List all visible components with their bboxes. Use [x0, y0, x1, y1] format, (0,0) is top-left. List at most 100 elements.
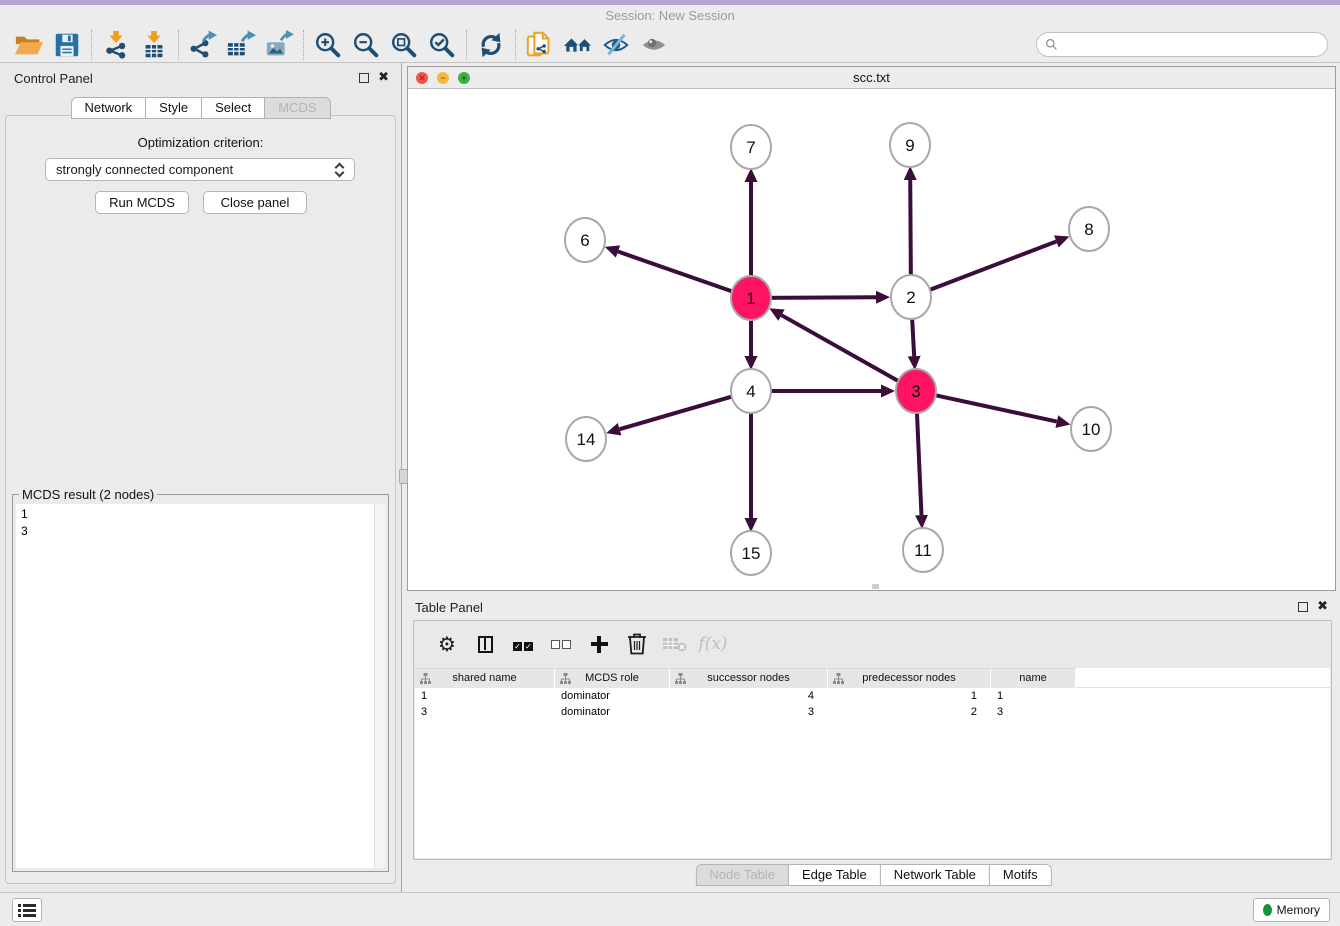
- graph-edge-3-10[interactable]: [922, 392, 1057, 421]
- export-network-button[interactable]: [184, 29, 222, 61]
- search-box[interactable]: [1036, 32, 1328, 57]
- graph-edge-1-6[interactable]: [618, 252, 745, 296]
- function-builder-button[interactable]: f(x): [700, 629, 726, 659]
- table-tab-motifs[interactable]: Motifs: [989, 864, 1052, 886]
- add-button[interactable]: [586, 629, 612, 659]
- network-window-titlebar: scc.txt ✕ − +: [408, 67, 1335, 89]
- cell-MCDS-role[interactable]: dominator: [555, 704, 670, 720]
- zoom-selected-button[interactable]: [423, 29, 461, 61]
- graph-node-9[interactable]: 9: [890, 123, 930, 167]
- export-image-icon: [264, 30, 294, 60]
- cell-name[interactable]: 3: [991, 704, 1076, 720]
- cell-shared-name[interactable]: 1: [415, 688, 555, 704]
- save-session-button[interactable]: [48, 29, 86, 61]
- column-header-name[interactable]: name: [991, 668, 1076, 688]
- mcds-result-area[interactable]: 1 3: [16, 504, 385, 868]
- tab-style[interactable]: Style: [145, 97, 202, 119]
- table-tab-edge-table[interactable]: Edge Table: [788, 864, 881, 886]
- table-tab-network-table[interactable]: Network Table: [880, 864, 990, 886]
- float-panel-icon[interactable]: [359, 73, 369, 83]
- panel-splitter-handle[interactable]: [399, 469, 408, 484]
- table-row[interactable]: 3dominator323: [415, 704, 1330, 720]
- cell-MCDS-role[interactable]: dominator: [555, 688, 670, 704]
- cell-shared-name[interactable]: 3: [415, 704, 555, 720]
- show-all-button[interactable]: [635, 29, 673, 61]
- graph-node-2[interactable]: 2: [891, 275, 931, 319]
- graph-node-15[interactable]: 15: [731, 531, 771, 575]
- export-image-button[interactable]: [260, 29, 298, 61]
- show-columns-button[interactable]: [472, 629, 498, 659]
- graph-edge-2-8[interactable]: [917, 241, 1057, 294]
- refresh-button[interactable]: [472, 29, 510, 61]
- graph-edge-4-14[interactable]: [620, 393, 746, 430]
- close-window-icon[interactable]: ✕: [416, 72, 428, 84]
- import-table-button[interactable]: [135, 29, 173, 61]
- tab-mcds[interactable]: MCDS: [264, 97, 330, 119]
- column-header-MCDS-role[interactable]: MCDS role: [555, 668, 670, 688]
- column-header-successor-nodes[interactable]: successor nodes: [670, 668, 828, 688]
- graph-node-3[interactable]: 3: [896, 369, 936, 413]
- close-panel-button[interactable]: Close panel: [203, 191, 307, 214]
- svg-text:1: 1: [746, 289, 755, 308]
- column-header-predecessor-nodes[interactable]: predecessor nodes: [828, 668, 991, 688]
- cell-successor-nodes[interactable]: 4: [670, 688, 828, 704]
- export-table-button[interactable]: [222, 29, 260, 61]
- graph-edge-3-11[interactable]: [916, 397, 921, 515]
- column-header-shared-name[interactable]: shared name: [415, 668, 555, 688]
- optimization-select[interactable]: strongly connected component: [45, 158, 355, 181]
- memory-button[interactable]: Memory: [1253, 898, 1330, 922]
- float-table-panel-icon[interactable]: [1298, 602, 1308, 612]
- import-network-icon: [101, 30, 131, 60]
- svg-text:2: 2: [906, 288, 915, 307]
- graph-node-7[interactable]: 7: [731, 125, 771, 169]
- select-all-button[interactable]: ✓✓: [510, 629, 536, 659]
- close-table-panel-icon[interactable]: ✖: [1317, 599, 1328, 613]
- toolbar-separator: [515, 30, 516, 60]
- graph-edge-3-1[interactable]: [781, 315, 910, 388]
- run-mcds-button[interactable]: Run MCDS: [95, 191, 189, 214]
- column-tree-icon: [560, 673, 571, 684]
- first-neighbors-icon: [562, 30, 594, 60]
- zoom-out-button[interactable]: [347, 29, 385, 61]
- search-input[interactable]: [1063, 35, 1327, 55]
- search-icon: [1045, 38, 1058, 51]
- list-icon: [18, 903, 36, 918]
- result-scrollbar[interactable]: [374, 504, 385, 868]
- import-network-button[interactable]: [97, 29, 135, 61]
- column-tree-icon: [675, 673, 686, 684]
- cell-predecessor-nodes[interactable]: 1: [828, 688, 991, 704]
- first-neighbors-button[interactable]: [559, 29, 597, 61]
- delete-button[interactable]: [624, 629, 650, 659]
- graph-node-14[interactable]: 14: [566, 417, 606, 461]
- close-panel-icon[interactable]: ✖: [378, 70, 389, 84]
- tab-select[interactable]: Select: [201, 97, 265, 119]
- network-canvas[interactable]: 1 2 3 4 6 7 8 9 10 11 14 15: [408, 89, 1335, 590]
- graph-node-8[interactable]: 8: [1069, 207, 1109, 251]
- delete-table-button[interactable]: [662, 629, 688, 659]
- hide-selected-button[interactable]: [597, 29, 635, 61]
- gear-icon: ⚙: [438, 632, 456, 656]
- zoom-fit-button[interactable]: [385, 29, 423, 61]
- maximize-window-icon[interactable]: +: [458, 72, 470, 84]
- new-network-from-selection-button[interactable]: [521, 29, 559, 61]
- zoom-in-button[interactable]: [309, 29, 347, 61]
- tab-network[interactable]: Network: [70, 97, 146, 119]
- cell-predecessor-nodes[interactable]: 2: [828, 704, 991, 720]
- table-row[interactable]: 1dominator411: [415, 688, 1330, 704]
- graph-node-1[interactable]: 1: [731, 276, 771, 320]
- deselect-all-button[interactable]: [548, 629, 574, 659]
- graph-node-10[interactable]: 10: [1071, 407, 1111, 451]
- graph-edge-1-2[interactable]: [757, 297, 876, 298]
- graph-node-4[interactable]: 4: [731, 369, 771, 413]
- graph-node-11[interactable]: 11: [903, 528, 943, 572]
- table-options-button[interactable]: ⚙: [434, 629, 460, 659]
- minimize-window-icon[interactable]: −: [437, 72, 449, 84]
- graph-node-6[interactable]: 6: [565, 218, 605, 262]
- open-session-button[interactable]: [10, 29, 48, 61]
- cell-name[interactable]: 1: [991, 688, 1076, 704]
- window-resize-handle[interactable]: [872, 584, 879, 589]
- table-tab-node-table[interactable]: Node Table: [695, 864, 789, 886]
- cell-successor-nodes[interactable]: 3: [670, 704, 828, 720]
- task-history-button[interactable]: [12, 898, 42, 922]
- memory-status-icon: [1263, 904, 1272, 916]
